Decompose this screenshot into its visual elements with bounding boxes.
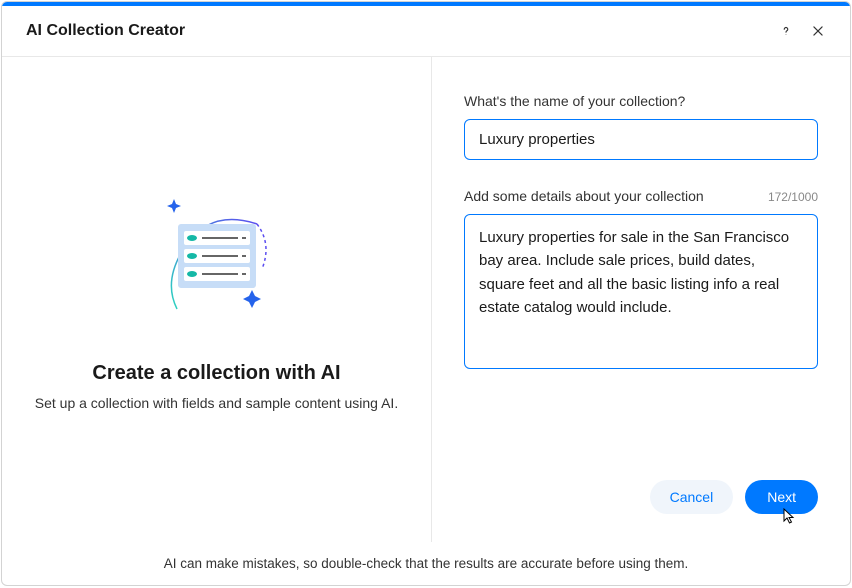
next-button-label: Next bbox=[767, 489, 796, 505]
left-panel-subtitle: Set up a collection with fields and samp… bbox=[35, 395, 398, 411]
name-field-group: What's the name of your collection? bbox=[464, 93, 818, 160]
right-panel: What's the name of your collection? Add … bbox=[432, 57, 850, 542]
modal-title: AI Collection Creator bbox=[26, 22, 185, 40]
close-icon[interactable] bbox=[810, 23, 826, 39]
footer-disclaimer: AI can make mistakes, so double-check th… bbox=[2, 542, 850, 585]
name-label: What's the name of your collection? bbox=[464, 93, 685, 109]
collection-illustration bbox=[142, 189, 292, 334]
header-icons bbox=[778, 23, 826, 39]
left-panel-title: Create a collection with AI bbox=[92, 362, 340, 385]
modal: AI Collection Creator bbox=[1, 1, 851, 586]
left-panel: Create a collection with AI Set up a col… bbox=[2, 57, 432, 542]
modal-body: Create a collection with AI Set up a col… bbox=[2, 57, 850, 542]
collection-details-textarea[interactable] bbox=[464, 214, 818, 369]
modal-header: AI Collection Creator bbox=[2, 6, 850, 57]
cancel-button[interactable]: Cancel bbox=[650, 480, 734, 514]
next-button[interactable]: Next bbox=[745, 480, 818, 514]
details-field-group: Add some details about your collection 1… bbox=[464, 188, 818, 374]
collection-name-input[interactable] bbox=[464, 119, 818, 160]
char-count: 172/1000 bbox=[768, 190, 818, 204]
help-icon[interactable] bbox=[778, 23, 794, 39]
details-label: Add some details about your collection bbox=[464, 188, 704, 204]
cursor-icon bbox=[782, 508, 796, 527]
action-row: Cancel Next bbox=[464, 480, 818, 518]
